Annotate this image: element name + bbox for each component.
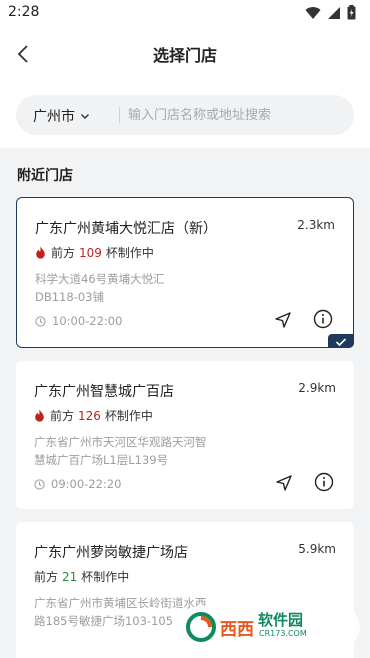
queue-prefix: 前方 xyxy=(34,570,59,584)
store-hours: 10:00-22:00 xyxy=(35,314,122,328)
status-bar: 2:28 xyxy=(0,0,370,26)
store-card-2[interactable]: 广东广州智慧城广百店 2.9km 前方 126 杯制作中 广东省广州市天河区华观… xyxy=(16,361,354,509)
store-address: 广东省广州市天河区华观路天河智 慧城广百广场L1层L139号 xyxy=(34,433,254,469)
queue-status: 前方 21 杯制作中 xyxy=(34,568,129,585)
section-title: 附近门店 xyxy=(17,168,73,184)
queue-count: 126 xyxy=(78,408,101,423)
store-name: 广东广州智慧城广百店 xyxy=(34,384,174,400)
address-line-2: DB118-03铺 xyxy=(35,290,104,304)
watermark-site-group: 软件园 CR173.COM xyxy=(254,613,307,641)
hours-text: 10:00-22:00 xyxy=(52,314,123,328)
battery-icon xyxy=(347,5,356,20)
status-time: 2:28 xyxy=(8,4,40,20)
queue-status: 前方 126 杯制作中 xyxy=(34,407,153,424)
store-name: 广东广州黄埔大悦汇店（新） xyxy=(35,221,217,237)
queue-status: 前方 109 杯制作中 xyxy=(35,244,154,261)
status-icons xyxy=(305,5,356,20)
store-address: 科学大道46号黄埔大悦汇 DB118-03铺 xyxy=(35,270,255,306)
queue-count: 109 xyxy=(79,245,102,260)
search-input[interactable] xyxy=(128,99,343,131)
watermark-site: 软件园 xyxy=(258,611,304,629)
watermark-domain: CR173.COM xyxy=(259,629,307,638)
fire-icon xyxy=(36,246,45,259)
selected-badge xyxy=(328,334,354,348)
address-line-1: 科学大道46号黄埔大悦汇 xyxy=(35,272,165,286)
wifi-icon xyxy=(305,6,321,19)
store-hours: 09:00-22:20 xyxy=(34,477,121,491)
signal-icon xyxy=(328,6,340,19)
check-icon xyxy=(335,338,347,347)
search-area: 广州市 xyxy=(0,82,370,148)
chevron-down-icon xyxy=(81,114,89,119)
header: 选择门店 xyxy=(0,26,370,82)
store-card-1[interactable]: 广东广州黄埔大悦汇店（新） 2.3km 前方 109 杯制作中 科学大道46号黄… xyxy=(16,197,354,348)
search-divider xyxy=(119,107,120,123)
navigate-icon[interactable] xyxy=(273,310,293,330)
page-title: 选择门店 xyxy=(152,46,217,65)
watermark: 西西 软件园 CR173.COM xyxy=(180,606,360,648)
queue-suffix: 杯制作中 xyxy=(104,409,153,423)
queue-prefix: 前方 xyxy=(51,246,76,260)
store-distance: 2.9km xyxy=(298,381,336,395)
city-select[interactable]: 广州市 xyxy=(33,106,91,126)
store-distance: 5.9km xyxy=(298,542,336,556)
clock-icon xyxy=(35,315,46,327)
queue-prefix: 前方 xyxy=(50,409,75,423)
clock-icon xyxy=(34,478,45,490)
watermark-brand: 西西 xyxy=(220,619,254,640)
navigate-icon[interactable] xyxy=(274,473,294,493)
queue-count: 21 xyxy=(62,569,78,584)
search-box: 广州市 xyxy=(16,95,354,135)
watermark-logo-icon xyxy=(186,612,216,642)
address-line-1: 广东省广州市天河区华观路天河智 xyxy=(34,435,207,449)
info-icon[interactable] xyxy=(313,309,333,329)
hours-text: 09:00-22:20 xyxy=(51,477,122,491)
queue-suffix: 杯制作中 xyxy=(81,570,130,584)
fire-icon xyxy=(35,409,44,422)
info-icon[interactable] xyxy=(314,472,334,492)
store-distance: 2.3km xyxy=(297,218,335,232)
city-label: 广州市 xyxy=(33,109,75,125)
queue-suffix: 杯制作中 xyxy=(105,246,154,260)
store-name: 广东广州萝岗敏捷广场店 xyxy=(34,545,188,561)
address-line-2: 慧城广百广场L1层L139号 xyxy=(34,453,169,467)
